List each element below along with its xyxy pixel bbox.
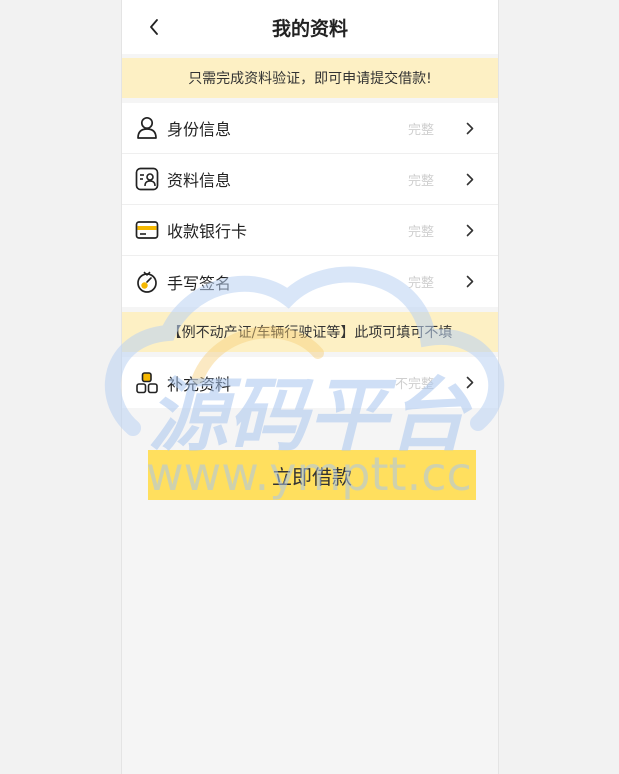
back-button[interactable]: [144, 15, 164, 39]
blocks-icon: [135, 371, 159, 395]
chevron-right-icon: [464, 121, 476, 135]
user-icon: [135, 116, 159, 140]
status-text: 完整: [407, 122, 434, 138]
page-title: 我的资料: [271, 17, 348, 40]
list-item-identity[interactable]: 身份信息 完整: [122, 103, 498, 154]
status-text: 不完整: [394, 377, 434, 392]
completion-notice: 只需完成资料验证，即可申请提交借款!: [122, 58, 498, 98]
nav-header: 我的资料: [122, 0, 498, 54]
optional-notice: 【例不动产证/车辆行驶证等】此项可填可不填: [122, 312, 498, 352]
chevron-right-icon: [464, 172, 476, 186]
id-card-icon: [135, 167, 159, 191]
chevron-right-icon: [464, 376, 476, 390]
chevron-right-icon: [464, 223, 476, 237]
optional-info-list: 补充资料 不完整: [122, 357, 498, 408]
list-item-supplement[interactable]: 补充资料 不完整: [122, 357, 498, 408]
list-item-label: 身份信息: [167, 120, 232, 139]
list-item-signature[interactable]: 手写签名 完整: [122, 256, 498, 307]
list-item-profile[interactable]: 资料信息 完整: [122, 154, 498, 205]
status-text: 完整: [407, 224, 434, 240]
phone-screen: 我的资料 只需完成资料验证，即可申请提交借款! 身份信息 完整 资料信息 完整 …: [121, 0, 499, 774]
list-item-bank-card[interactable]: 收款银行卡 完整: [122, 205, 498, 256]
required-info-list: 身份信息 完整 资料信息 完整 收款银行卡 完整 手写签名 完整: [122, 103, 498, 307]
signature-icon: [135, 270, 159, 294]
bank-card-icon: [135, 218, 159, 242]
status-text: 完整: [407, 276, 434, 291]
apply-loan-button[interactable]: 立即借款: [148, 450, 476, 500]
list-item-label: 手写签名: [167, 273, 232, 293]
list-item-label: 补充资料: [167, 374, 232, 394]
list-item-label: 收款银行卡: [167, 222, 248, 241]
list-item-label: 资料信息: [167, 171, 232, 190]
chevron-right-icon: [464, 275, 476, 289]
status-text: 完整: [407, 173, 434, 189]
chevron-left-icon: [150, 19, 158, 35]
